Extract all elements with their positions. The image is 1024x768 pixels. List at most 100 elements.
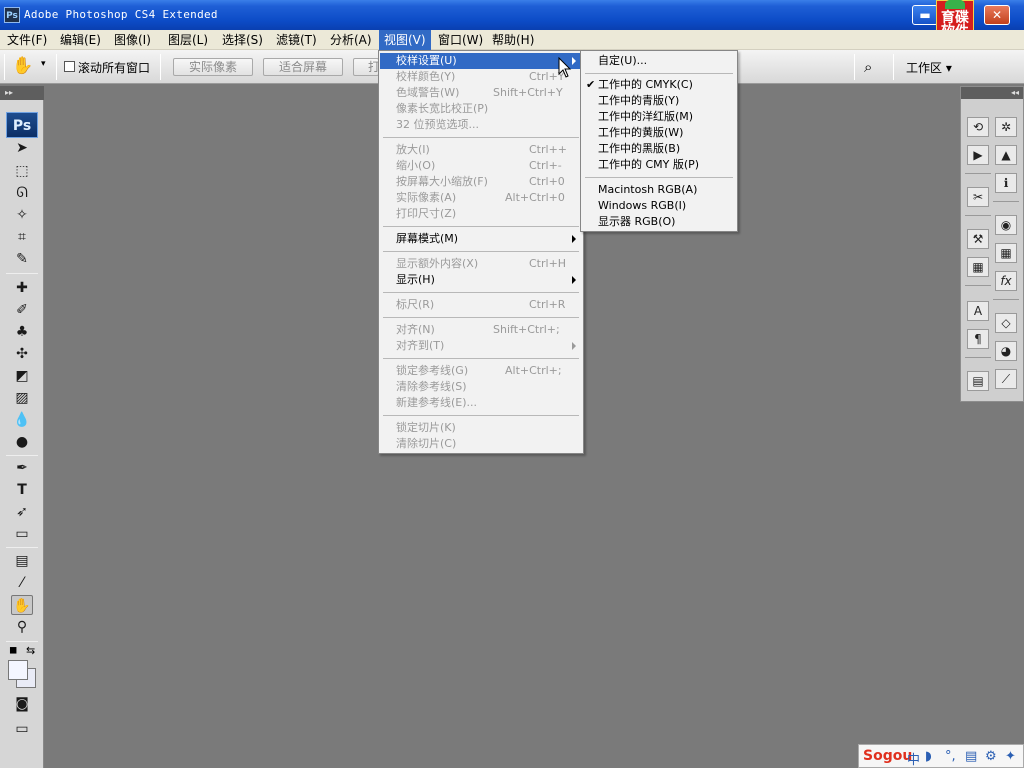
layers-icon[interactable]: ◇ bbox=[995, 313, 1017, 333]
navigator-icon[interactable]: ✲ bbox=[995, 117, 1017, 137]
quick-mask-icon[interactable]: ◙ bbox=[11, 694, 33, 714]
channels-icon[interactable]: ◕ bbox=[995, 341, 1017, 361]
menu-item-working-cmy-plates[interactable]: 工作中的 CMY 版(P) bbox=[582, 157, 736, 173]
menu-item-lock-guides[interactable]: 锁定参考线(G) Alt+Ctrl+; bbox=[380, 363, 582, 379]
print-size-button[interactable]: 打 bbox=[353, 58, 380, 76]
menu-file[interactable]: 文件(F) bbox=[2, 30, 52, 50]
foreground-color-swatch[interactable] bbox=[8, 660, 28, 680]
menu-item-working-black-plate[interactable]: 工作中的黑版(B) bbox=[582, 141, 736, 157]
menu-item-snap[interactable]: 对齐(N) Shift+Ctrl+; bbox=[380, 322, 582, 338]
menu-item-zoom-in[interactable]: 放大(I) Ctrl++ bbox=[380, 142, 582, 158]
paragraph-icon[interactable]: ¶ bbox=[967, 329, 989, 349]
menu-item-print-size[interactable]: 打印尺寸(Z) bbox=[380, 206, 582, 222]
menu-image[interactable]: 图像(I) bbox=[109, 30, 156, 50]
history-brush-icon[interactable]: ✣ bbox=[11, 344, 33, 364]
menu-item-new-guide[interactable]: 新建参考线(E)... bbox=[380, 395, 582, 411]
histogram-icon[interactable]: ▲ bbox=[995, 145, 1017, 165]
magic-wand-icon[interactable]: ✧ bbox=[11, 205, 33, 225]
photoshop-app-icon[interactable]: Ps bbox=[4, 7, 20, 23]
ime-punctuation-icon[interactable]: °, bbox=[945, 749, 956, 764]
toolbox-collapse-handle[interactable]: ▸▸ bbox=[0, 86, 44, 100]
workspace-button[interactable]: 工作区 ▾ bbox=[906, 59, 952, 76]
menu-item-screen-mode[interactable]: 屏幕模式(M) bbox=[380, 231, 582, 247]
paths-icon[interactable]: ⟋ bbox=[995, 369, 1017, 389]
hand-tool-preset-icon[interactable]: ✋ bbox=[12, 56, 33, 76]
shape-tool-icon[interactable]: ▭ bbox=[11, 524, 33, 544]
type-tool-icon[interactable]: T bbox=[11, 480, 33, 500]
bridge-icon[interactable]: ⌕ bbox=[864, 58, 872, 76]
photoshop-logo[interactable]: Ps bbox=[6, 112, 38, 138]
ime-chinese-mode[interactable]: 中 bbox=[907, 749, 920, 768]
character-icon[interactable]: A bbox=[967, 301, 989, 321]
color-icon[interactable]: ◉ bbox=[995, 215, 1017, 235]
history-icon[interactable]: ⟲ bbox=[967, 117, 989, 137]
fit-screen-button[interactable]: 适合屏幕 bbox=[263, 58, 343, 76]
scroll-all-windows-checkbox[interactable] bbox=[64, 61, 75, 72]
layer-comps-icon[interactable]: ▦ bbox=[967, 257, 989, 277]
swatches-icon[interactable]: ▦ bbox=[995, 243, 1017, 263]
menu-item-working-yellow-plate[interactable]: 工作中的黄版(W) bbox=[582, 125, 736, 141]
menu-help[interactable]: 帮助(H) bbox=[487, 30, 539, 50]
dodge-tool-icon[interactable]: ● bbox=[11, 432, 33, 452]
eyedropper-tool-icon[interactable]: ✎ bbox=[11, 249, 33, 269]
minimize-button[interactable]: ▬ bbox=[912, 5, 938, 25]
crop-tool-icon[interactable]: ⌗ bbox=[11, 227, 33, 247]
dock-collapse-handle[interactable]: ◂◂ bbox=[961, 87, 1023, 99]
hand-tool-icon[interactable]: ✋ bbox=[11, 595, 33, 615]
menu-item-working-magenta-plate[interactable]: 工作中的洋红版(M) bbox=[582, 109, 736, 125]
gradient-tool-icon[interactable]: ▨ bbox=[11, 388, 33, 408]
menu-item-proof-colors[interactable]: 校样颜色(Y) Ctrl+Y bbox=[380, 69, 582, 85]
close-button[interactable]: ✕ bbox=[984, 5, 1010, 25]
menu-item-lock-slices[interactable]: 锁定切片(K) bbox=[380, 420, 582, 436]
ime-settings-icon[interactable]: ⚙ bbox=[985, 749, 997, 764]
actual-pixels-button[interactable]: 实际像素 bbox=[173, 58, 253, 76]
menu-item-clear-slices[interactable]: 清除切片(C) bbox=[380, 436, 582, 452]
zoom-tool-icon[interactable]: ⚲ bbox=[11, 617, 33, 637]
menu-item-fit-on-screen[interactable]: 按屏幕大小缩放(F) Ctrl+0 bbox=[380, 174, 582, 190]
eraser-tool-icon[interactable]: ◩ bbox=[11, 366, 33, 386]
menu-item-actual-pixels[interactable]: 实际像素(A) Alt+Ctrl+0 bbox=[380, 190, 582, 206]
path-selection-icon[interactable]: ➶ bbox=[11, 502, 33, 522]
ime-skin-icon[interactable]: ✦ bbox=[1005, 749, 1016, 764]
brush-tool-icon[interactable]: ✐ bbox=[11, 300, 33, 320]
menu-item-pixel-aspect-correction[interactable]: 像素长宽比校正(P) bbox=[380, 101, 582, 117]
menu-item-working-cmyk[interactable]: ✔ 工作中的 CMYK(C) bbox=[582, 77, 736, 93]
menu-layer[interactable]: 图层(L) bbox=[163, 30, 213, 50]
lasso-tool-icon[interactable]: ᘏ bbox=[11, 183, 33, 203]
blur-tool-icon[interactable]: 💧 bbox=[11, 410, 33, 430]
clone-stamp-icon[interactable]: ♣ bbox=[11, 322, 33, 342]
menu-window[interactable]: 窗口(W) bbox=[433, 30, 488, 50]
menu-select[interactable]: 选择(S) bbox=[217, 30, 268, 50]
ime-keyboard-icon[interactable]: ▤ bbox=[965, 749, 977, 764]
actions-icon[interactable]: ▶ bbox=[967, 145, 989, 165]
menu-item-gamut-warning[interactable]: 色域警告(W) Shift+Ctrl+Y bbox=[380, 85, 582, 101]
menu-edit[interactable]: 编辑(E) bbox=[55, 30, 106, 50]
notes-panel-icon[interactable]: ▤ bbox=[967, 371, 989, 391]
screen-mode-icon[interactable]: ▭ bbox=[11, 719, 33, 739]
menu-item-snap-to[interactable]: 对齐到(T) bbox=[380, 338, 582, 354]
menu-item-zoom-out[interactable]: 缩小(O) Ctrl+- bbox=[380, 158, 582, 174]
notes-tool-icon[interactable]: ▤ bbox=[11, 551, 33, 571]
menu-item-rulers[interactable]: 标尺(R) Ctrl+R bbox=[380, 297, 582, 313]
tools-presets-icon[interactable]: ✂ bbox=[967, 187, 989, 207]
clone-source-icon[interactable]: ⚒ bbox=[967, 229, 989, 249]
menu-item-windows-rgb[interactable]: Windows RGB(I) bbox=[582, 198, 736, 214]
menu-item-proof-setup[interactable]: 校样设置(U) bbox=[380, 53, 582, 69]
menu-item-clear-guides[interactable]: 清除参考线(S) bbox=[380, 379, 582, 395]
menu-item-macintosh-rgb[interactable]: Macintosh RGB(A) bbox=[582, 182, 736, 198]
move-tool-icon[interactable]: ➤ bbox=[11, 138, 33, 158]
menu-item-proof-custom[interactable]: 自定(U)... bbox=[582, 53, 736, 69]
pen-tool-icon[interactable]: ✒ bbox=[11, 458, 33, 478]
info-icon[interactable]: ℹ bbox=[995, 173, 1017, 193]
ime-halfwidth-icon[interactable]: ◗ bbox=[925, 749, 932, 764]
sogou-logo[interactable]: Sogou bbox=[863, 748, 912, 764]
menu-item-monitor-rgb[interactable]: 显示器 RGB(O) bbox=[582, 214, 736, 230]
menu-analysis[interactable]: 分析(A) bbox=[325, 30, 377, 50]
menu-item-32bit-preview[interactable]: 32 位预览选项... bbox=[380, 117, 582, 133]
preset-dropdown-arrow-icon[interactable]: ▾ bbox=[41, 59, 46, 69]
default-colors-icon[interactable]: ◼ bbox=[9, 645, 17, 656]
menu-item-working-cyan-plate[interactable]: 工作中的青版(Y) bbox=[582, 93, 736, 109]
styles-icon[interactable]: fx bbox=[995, 271, 1017, 291]
eyedropper-3d-icon[interactable]: ⁄ bbox=[11, 573, 33, 593]
marquee-tool-icon[interactable]: ⬚ bbox=[11, 161, 33, 181]
